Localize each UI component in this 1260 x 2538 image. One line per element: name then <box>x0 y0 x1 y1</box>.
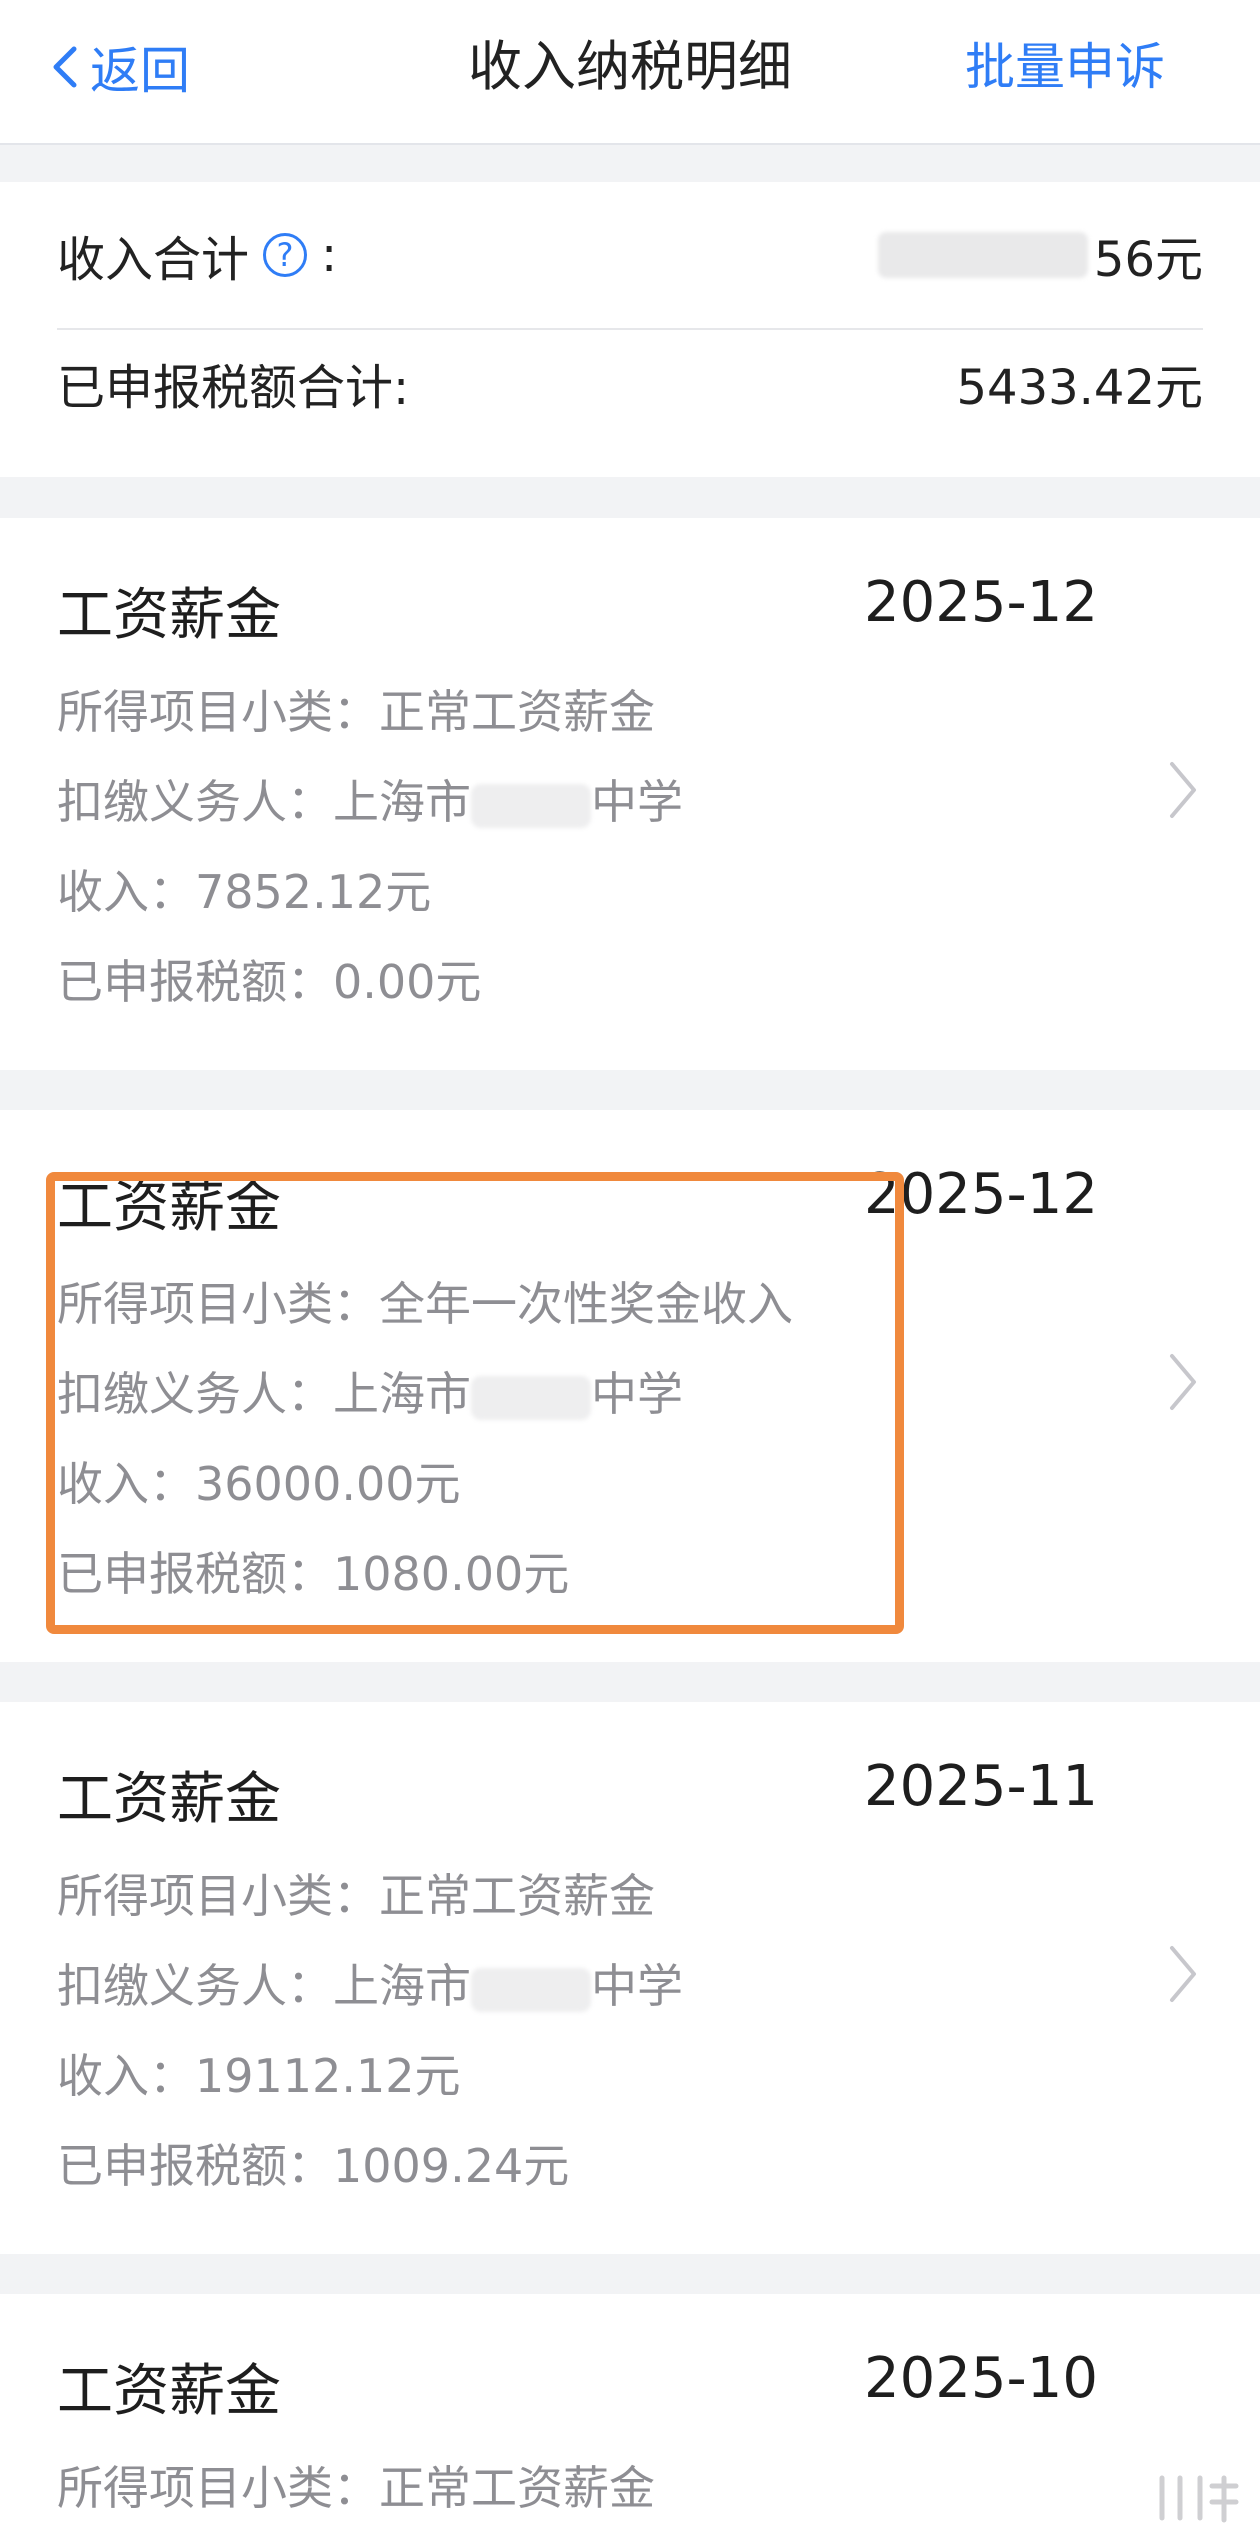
withholder-suffix: 中学 <box>591 775 683 829</box>
income-record-card[interactable]: 工资薪金 2025-10 所得项目小类：正常工资薪金 <box>0 2294 1260 2538</box>
record-date: 2025-10 <box>864 2346 1098 2411</box>
watermark-icon <box>1159 2475 1239 2523</box>
record-title: 工资薪金 <box>57 583 281 648</box>
record-income: 收入：19112.12元 <box>57 2049 461 2103</box>
tax-total-value: 5433.42元 <box>956 360 1204 416</box>
summary-panel: 收入合计 ? : 56元 已申报税额合计: 5433.42元 <box>0 182 1260 477</box>
income-total-value: 56元 <box>877 220 1203 290</box>
help-icon[interactable]: ? <box>263 233 308 277</box>
income-total-label-group: 收入合计 ? : <box>57 220 337 290</box>
record-title: 工资薪金 <box>57 1767 281 1832</box>
record-withholder: 扣缴义务人：上海市 中学 <box>57 766 683 832</box>
record-date: 2025-12 <box>864 1162 1098 1227</box>
batch-appeal-button[interactable]: 批量申诉 <box>965 32 1165 102</box>
withholder-suffix: 中学 <box>591 1367 683 1421</box>
record-tax: 已申报税额：0.00元 <box>57 955 482 1009</box>
redacted-area <box>471 783 591 828</box>
record-subcategory: 所得项目小类：正常工资薪金 <box>57 2461 655 2515</box>
record-subcategory: 所得项目小类：正常工资薪金 <box>57 685 655 739</box>
withholder-suffix: 中学 <box>591 1959 683 2013</box>
withholder-prefix: 扣缴义务人：上海市 <box>57 1367 471 1421</box>
record-income: 收入：36000.00元 <box>57 1457 461 1511</box>
income-total-colon: : <box>321 227 338 283</box>
income-total-label: 收入合计 <box>57 232 250 288</box>
record-date: 2025-12 <box>864 570 1098 635</box>
income-record-card[interactable]: 工资薪金 2025-12 所得项目小类：正常工资薪金 扣缴义务人：上海市 中学 收… <box>0 518 1260 1070</box>
tax-total-label: 已申报税额合计: <box>57 360 410 416</box>
redacted-area <box>877 232 1088 278</box>
income-total-value-text: 56元 <box>1093 232 1203 288</box>
record-title: 工资薪金 <box>57 2359 281 2424</box>
tax-total-row: 已申报税额合计: 5433.42元 <box>57 328 1203 438</box>
record-subcategory: 所得项目小类：正常工资薪金 <box>57 1869 655 1923</box>
record-title: 工资薪金 <box>57 1175 281 1240</box>
income-record-card[interactable]: 工资薪金 2025-11 所得项目小类：正常工资薪金 扣缴义务人：上海市 中学 收… <box>0 1702 1260 2254</box>
record-subcategory: 所得项目小类：全年一次性奖金收入 <box>57 1277 793 1331</box>
record-withholder: 扣缴义务人：上海市 中学 <box>57 1950 683 2016</box>
chevron-right-icon <box>1170 1354 1196 1410</box>
record-tax: 已申报税额：1009.24元 <box>57 2139 570 2193</box>
income-record-card[interactable]: 工资薪金 2025-12 所得项目小类：全年一次性奖金收入 扣缴义务人：上海市 中… <box>0 1110 1260 1662</box>
chevron-right-icon <box>1170 762 1196 818</box>
redacted-area <box>471 1967 591 2012</box>
record-date: 2025-11 <box>864 1754 1098 1819</box>
record-tax: 已申报税额：1080.00元 <box>57 1547 570 1601</box>
withholder-prefix: 扣缴义务人：上海市 <box>57 1959 471 2013</box>
chevron-right-icon <box>1170 1946 1196 2002</box>
record-withholder: 扣缴义务人：上海市 中学 <box>57 1358 683 1424</box>
record-income: 收入：7852.12元 <box>57 865 432 919</box>
withholder-prefix: 扣缴义务人：上海市 <box>57 775 471 829</box>
redacted-area <box>471 1375 591 1420</box>
income-total-row: 收入合计 ? : 56元 <box>57 182 1203 330</box>
nav-bar: 返回 收入纳税明细 批量申诉 <box>0 0 1260 145</box>
